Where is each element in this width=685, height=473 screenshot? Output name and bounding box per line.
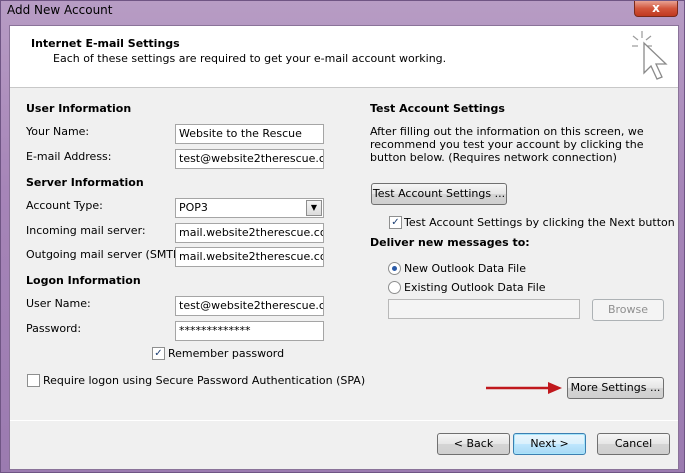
test-by-next-label: Test Account Settings by clicking the Ne… [404,216,675,229]
spa-label: Require logon using Secure Password Auth… [43,374,366,387]
account-type-select[interactable]: POP3 ▼ [175,198,324,218]
existing-data-file-path[interactable] [388,299,580,319]
test-settings-description: After filling out the information on thi… [370,125,644,164]
password-input[interactable]: ************* [175,321,324,341]
your-name-input[interactable]: Website to the Rescue [175,124,324,144]
browse-button[interactable]: Browse [592,299,664,321]
user-name-input[interactable]: test@website2therescue.com [175,296,324,316]
new-data-file-label: New Outlook Data File [404,262,526,275]
dialog-client-area: Internet E-mail Settings Each of these s… [9,25,679,470]
dropdown-arrow-icon[interactable]: ▼ [306,200,322,216]
your-name-label: Your Name: [26,125,90,138]
user-name-label: User Name: [26,297,91,310]
password-label: Password: [26,322,82,335]
account-type-label: Account Type: [26,199,103,212]
spa-checkbox[interactable] [27,374,40,387]
remember-password-label: Remember password [168,347,285,360]
incoming-server-input[interactable]: mail.website2therescue.com [175,223,324,243]
footer-divider [10,420,678,421]
incoming-server-label: Incoming mail server: [26,224,146,237]
more-settings-button[interactable]: More Settings ... [567,377,664,399]
email-address-label: E-mail Address: [26,150,112,163]
email-address-input[interactable]: test@website2therescue.com [175,149,324,169]
close-button[interactable]: x [634,1,678,17]
test-by-next-checkbox[interactable]: ✓ [389,216,402,229]
existing-data-file-label: Existing Outlook Data File [404,281,546,294]
user-info-heading: User Information [26,102,132,115]
annotation-arrow-icon [486,382,562,394]
dialog-header: Internet E-mail Settings Each of these s… [10,26,678,88]
existing-data-file-radio[interactable] [388,281,401,294]
next-button[interactable]: Next > [513,433,586,455]
header-subtitle: Each of these settings are required to g… [53,52,447,65]
logon-info-heading: Logon Information [26,274,141,287]
back-button[interactable]: < Back [437,433,510,455]
add-account-window: Add New Account x Internet E-mail Settin… [0,0,685,473]
test-account-settings-button[interactable]: Test Account Settings ... [371,183,507,205]
cancel-button[interactable]: Cancel [597,433,670,455]
window-title: Add New Account [7,3,113,17]
title-bar: Add New Account x [1,1,684,21]
cursor-sparkle-icon [632,31,668,80]
account-type-value: POP3 [179,201,208,214]
server-info-heading: Server Information [26,176,144,189]
deliver-heading: Deliver new messages to: [370,236,530,249]
outgoing-server-input[interactable]: mail.website2therescue.com [175,247,324,267]
outgoing-server-label: Outgoing mail server (SMTP): [26,248,188,261]
remember-password-checkbox[interactable]: ✓ [152,347,165,360]
header-title: Internet E-mail Settings [31,37,180,50]
test-settings-heading: Test Account Settings [370,102,505,115]
new-data-file-radio[interactable] [388,262,401,275]
